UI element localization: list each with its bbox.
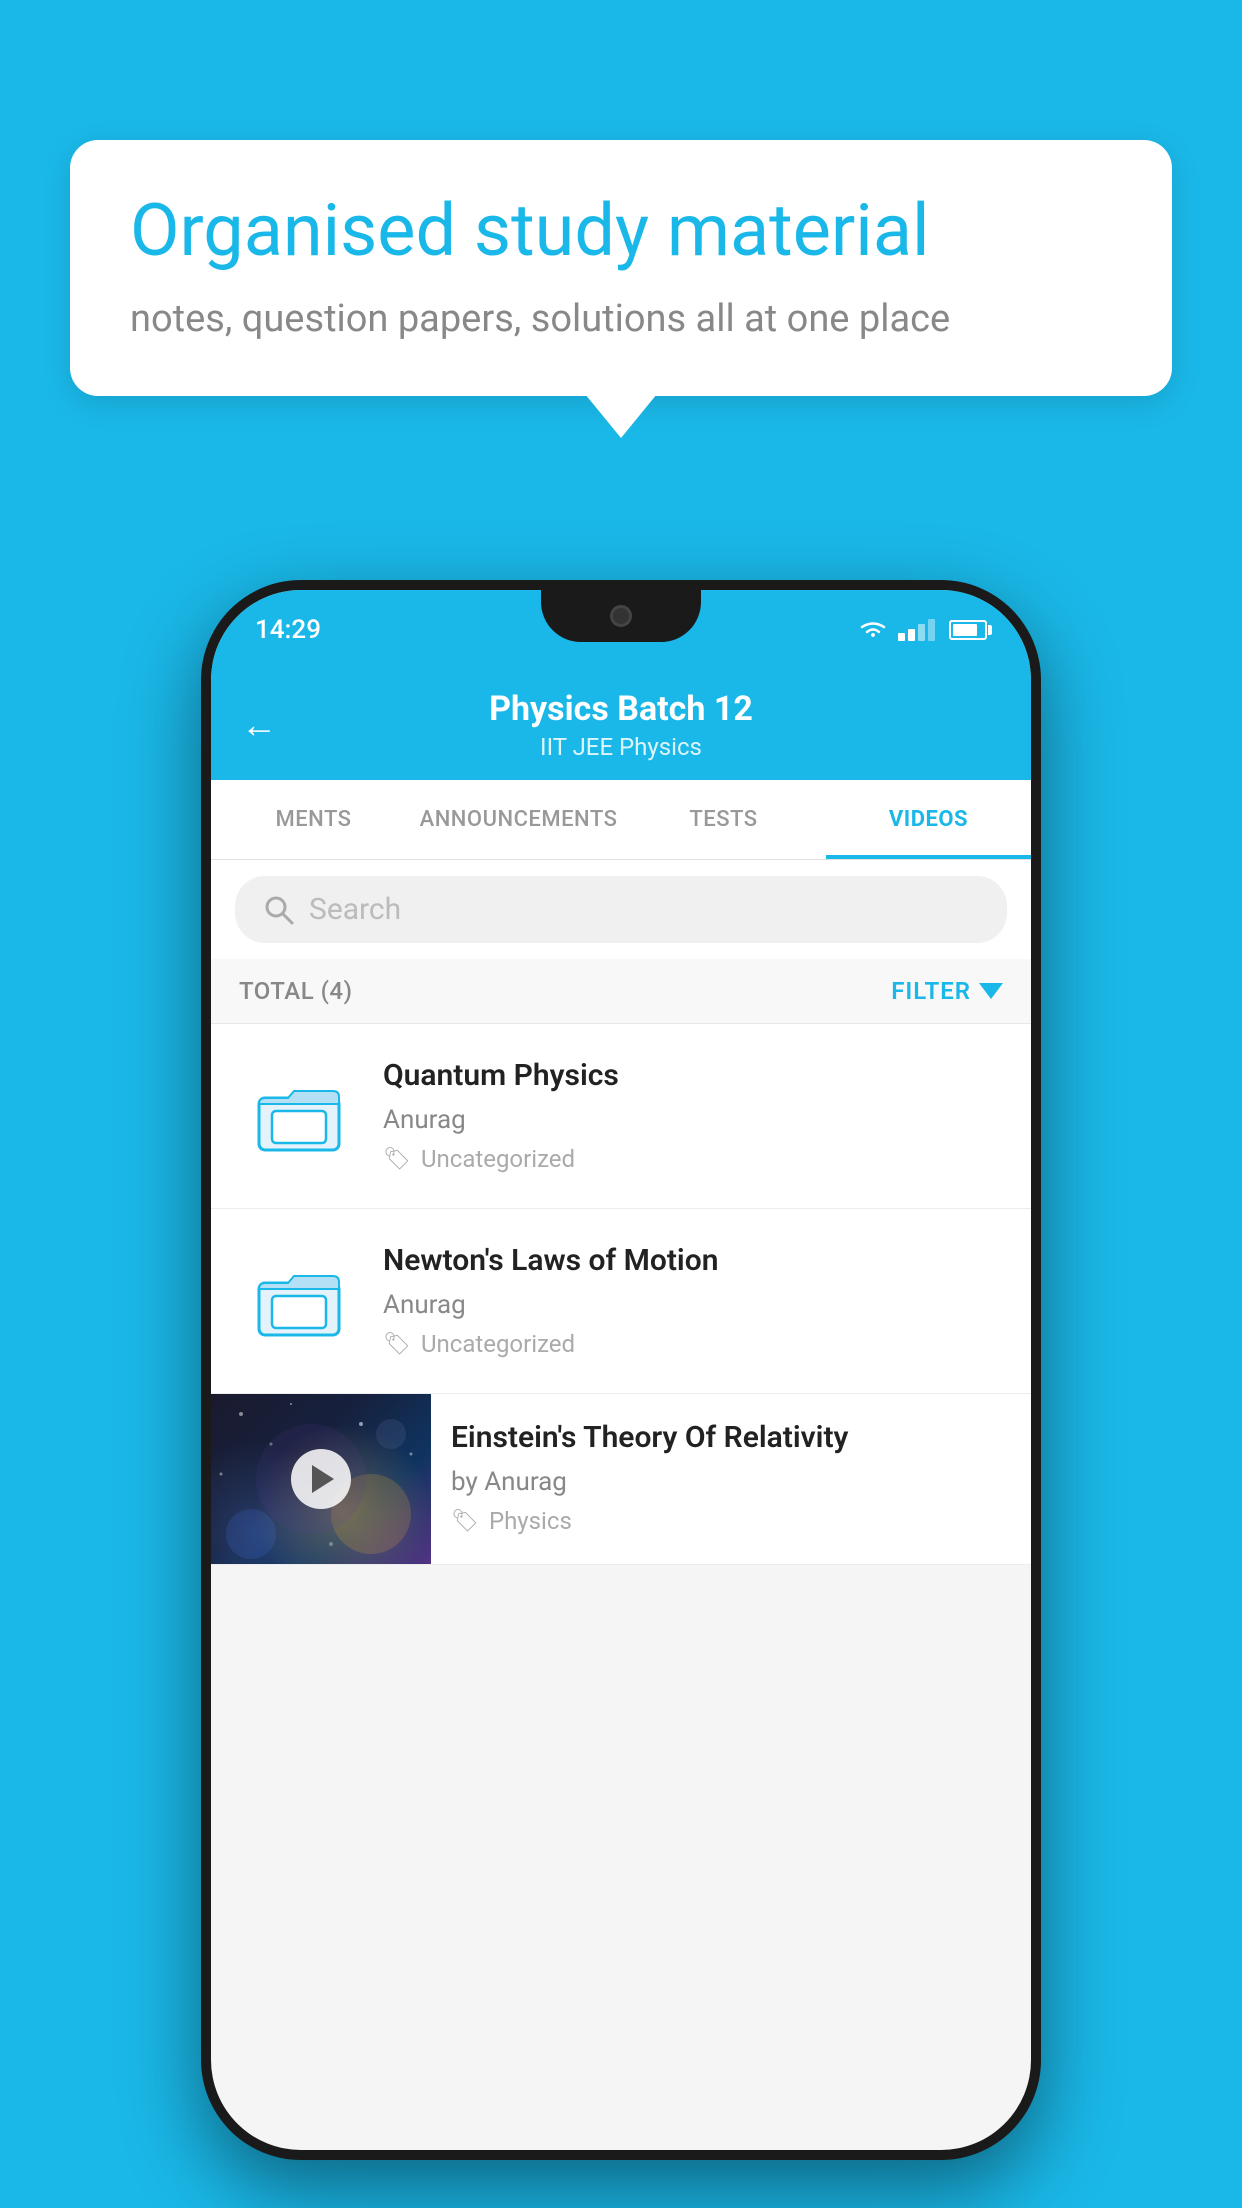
video-info-1: Newton's Laws of Motion Anurag 🏷 Uncateg… — [383, 1241, 1003, 1358]
total-count: TOTAL (4) — [239, 977, 352, 1005]
camera-dot — [610, 605, 632, 627]
header-subtitle: IIT JEE Physics — [540, 733, 702, 761]
list-item[interactable]: Einstein's Theory Of Relativity by Anura… — [211, 1394, 1031, 1565]
tabs-bar: MENTS ANNOUNCEMENTS TESTS VIDEOS — [211, 780, 1031, 860]
video-tag-1: 🏷 Uncategorized — [383, 1330, 1003, 1358]
battery-icon — [949, 620, 987, 640]
search-bar-container: Search — [211, 860, 1031, 959]
tab-ments[interactable]: MENTS — [211, 780, 416, 859]
video-tag-2: 🏷 Physics — [451, 1507, 1011, 1535]
video-author-2: by Anurag — [451, 1467, 1011, 1497]
phone-frame: 14:29 — [201, 580, 1041, 2160]
filter-icon — [979, 983, 1003, 999]
folder-thumb-1 — [239, 1241, 359, 1361]
folder-thumb-0 — [239, 1056, 359, 1176]
header-title: Physics Batch 12 — [489, 689, 753, 729]
video-title-0: Quantum Physics — [383, 1056, 1003, 1095]
tag-icon-1: 🏷 — [383, 1332, 411, 1357]
app-header: ← Physics Batch 12 IIT JEE Physics — [211, 670, 1031, 780]
search-input-wrapper[interactable]: Search — [235, 876, 1007, 943]
status-bar: 14:29 — [211, 590, 1031, 670]
bubble-title: Organised study material — [130, 190, 1112, 273]
filter-button[interactable]: FILTER — [891, 977, 1003, 1005]
video-info-0: Quantum Physics Anurag 🏷 Uncategorized — [383, 1056, 1003, 1173]
tab-tests[interactable]: TESTS — [621, 780, 826, 859]
tag-icon-0: 🏷 — [383, 1147, 411, 1172]
einstein-info: Einstein's Theory Of Relativity by Anura… — [431, 1394, 1031, 1559]
search-placeholder: Search — [309, 892, 401, 927]
back-button[interactable]: ← — [241, 704, 277, 746]
video-title-1: Newton's Laws of Motion — [383, 1241, 1003, 1280]
tag-icon-2: 🏷 — [451, 1509, 479, 1534]
list-item[interactable]: Newton's Laws of Motion Anurag 🏷 Uncateg… — [211, 1209, 1031, 1394]
status-icons — [858, 619, 987, 641]
phone-wrapper: 14:29 — [201, 580, 1041, 2160]
list-item[interactable]: Quantum Physics Anurag 🏷 Uncategorized — [211, 1024, 1031, 1209]
video-title-2: Einstein's Theory Of Relativity — [451, 1418, 1011, 1457]
signal-icon — [898, 619, 935, 641]
search-icon — [263, 894, 295, 926]
play-button[interactable] — [291, 1449, 351, 1509]
video-author-0: Anurag — [383, 1105, 1003, 1135]
bubble-subtitle: notes, question papers, solutions all at… — [130, 297, 1112, 341]
folder-icon — [254, 1071, 344, 1161]
notch — [541, 590, 701, 642]
filter-bar: TOTAL (4) FILTER — [211, 959, 1031, 1024]
video-tag-0: 🏷 Uncategorized — [383, 1145, 1003, 1173]
einstein-thumbnail — [211, 1394, 431, 1564]
speech-bubble: Organised study material notes, question… — [70, 140, 1172, 396]
phone-screen: 14:29 — [211, 590, 1031, 2150]
video-list: Quantum Physics Anurag 🏷 Uncategorized — [211, 1024, 1031, 1565]
status-time: 14:29 — [255, 615, 321, 645]
wifi-icon — [858, 619, 888, 641]
video-author-1: Anurag — [383, 1290, 1003, 1320]
play-icon — [312, 1465, 334, 1493]
tab-announcements[interactable]: ANNOUNCEMENTS — [416, 780, 621, 859]
tab-videos[interactable]: VIDEOS — [826, 780, 1031, 859]
folder-icon — [254, 1256, 344, 1346]
